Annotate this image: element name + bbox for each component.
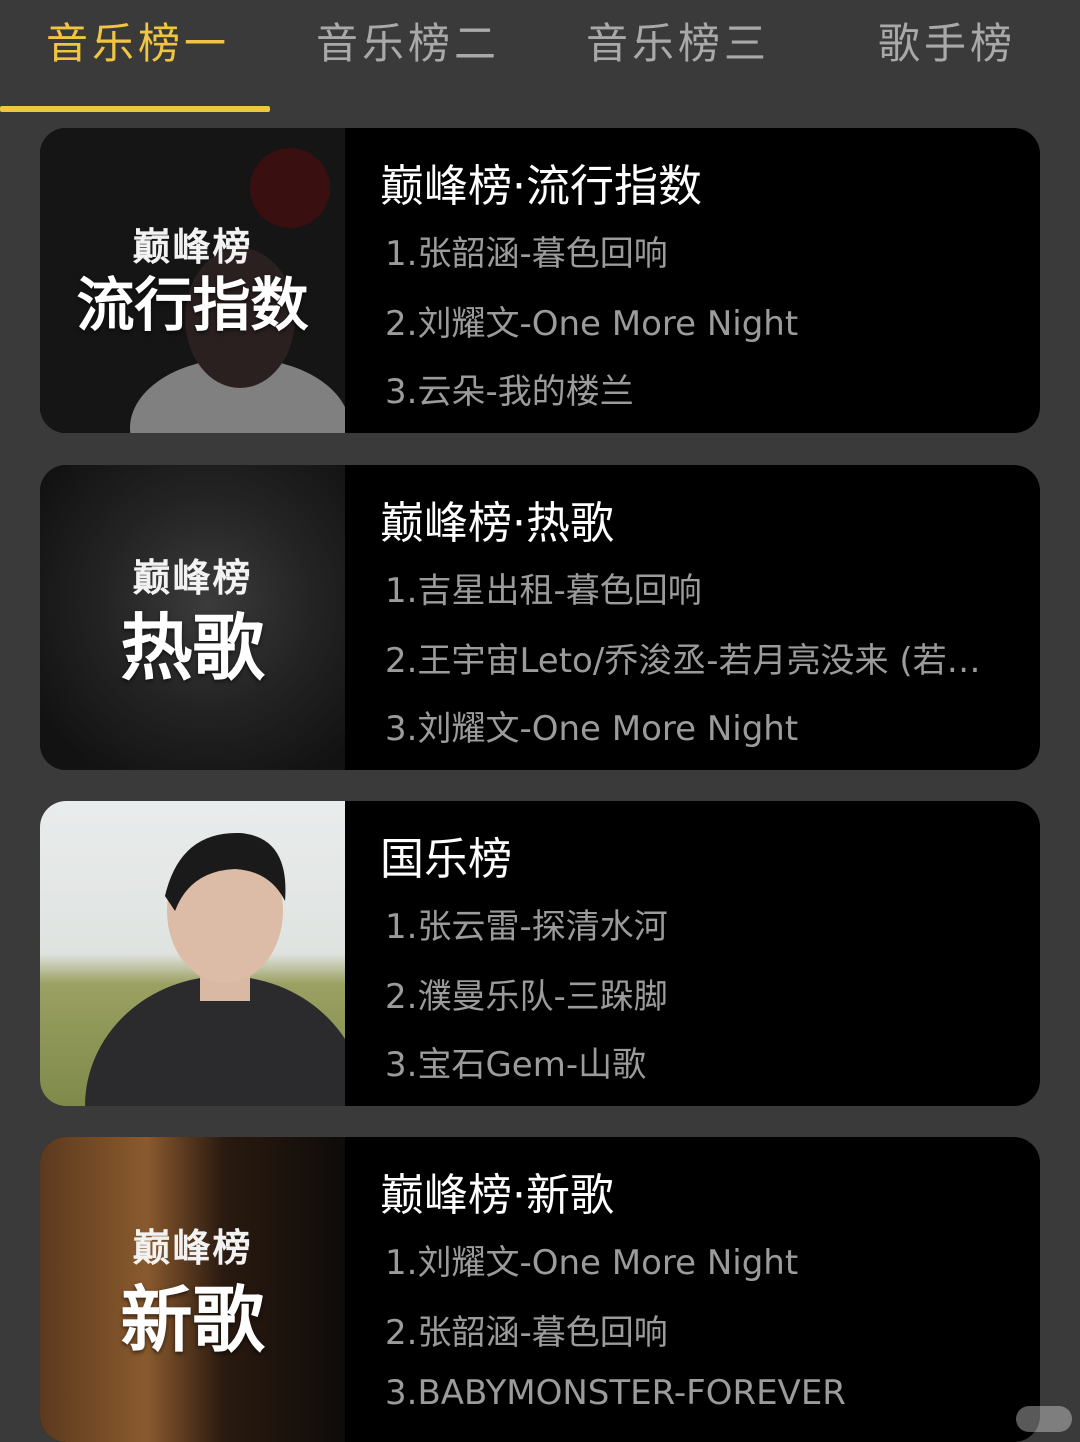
top-tab-bar: 音乐榜一 音乐榜二 音乐榜三 歌手榜 — [0, 0, 1080, 115]
chart-card-guoyue[interactable]: 国乐榜 1.张云雷-探清水河 2.濮曼乐队-三跺脚 3.宝石Gem-山歌 — [40, 801, 1040, 1106]
card-title: 巅峰榜·流行指数 — [380, 161, 702, 212]
track-item[interactable]: 2.刘耀文-One More Night — [385, 296, 1005, 345]
chart-card-hot-songs[interactable]: 巅峰榜 热歌 巅峰榜·热歌 1.吉星出租-暮色回响 2.王宇宙Leto/乔浚丞-… — [40, 465, 1040, 770]
track-item[interactable]: 1.吉星出租-暮色回响 — [385, 563, 1005, 612]
track-item[interactable]: 2.张韶涵-暮色回响 — [385, 1305, 1005, 1354]
track-item[interactable]: 1.张韶涵-暮色回响 — [385, 226, 1005, 275]
track-item[interactable]: 3.BABYMONSTER-FOREVER — [385, 1373, 1005, 1413]
tab-chart-3[interactable]: 音乐榜三 — [586, 14, 770, 74]
tab-singer-chart[interactable]: 歌手榜 — [878, 14, 1016, 74]
cover-image: 巅峰榜 流行指数 — [40, 128, 345, 433]
cover-art — [85, 832, 345, 1106]
track-item[interactable]: 2.濮曼乐队-三跺脚 — [385, 969, 1005, 1018]
track-item[interactable]: 1.张云雷-探清水河 — [385, 899, 1005, 948]
tab-chart-2[interactable]: 音乐榜二 — [316, 14, 500, 74]
active-tab-indicator — [0, 106, 270, 112]
watermark-badge — [1016, 1406, 1072, 1432]
chart-card-pop-index[interactable]: 巅峰榜 流行指数 巅峰榜·流行指数 1.张韶涵-暮色回响 2.刘耀文-One M… — [40, 128, 1040, 433]
track-item[interactable]: 3.云朵-我的楼兰 — [385, 364, 1005, 413]
chart-card-new-songs[interactable]: 巅峰榜 新歌 巅峰榜·新歌 1.刘耀文-One More Night 2.张韶涵… — [40, 1137, 1040, 1442]
track-item[interactable]: 3.刘耀文-One More Night — [385, 701, 1005, 750]
track-item[interactable]: 1.刘耀文-One More Night — [385, 1235, 1005, 1284]
tab-chart-1[interactable]: 音乐榜一 — [46, 14, 230, 74]
cover-title: 流行指数 — [76, 271, 309, 339]
card-title: 国乐榜 — [380, 834, 512, 885]
card-title: 巅峰榜·热歌 — [380, 498, 614, 549]
card-title: 巅峰榜·新歌 — [380, 1170, 614, 1221]
cover-title: 新歌 — [120, 1278, 265, 1362]
cover-image: 巅峰榜 新歌 — [40, 1137, 345, 1442]
cover-image: 巅峰榜 热歌 — [40, 465, 345, 770]
track-item[interactable]: 2.王宇宙Leto/乔浚丞-若月亮没来 (若… — [385, 633, 1005, 682]
cover-title: 热歌 — [120, 606, 265, 690]
cover-image — [40, 801, 345, 1106]
track-item[interactable]: 3.宝石Gem-山歌 — [385, 1037, 1005, 1086]
